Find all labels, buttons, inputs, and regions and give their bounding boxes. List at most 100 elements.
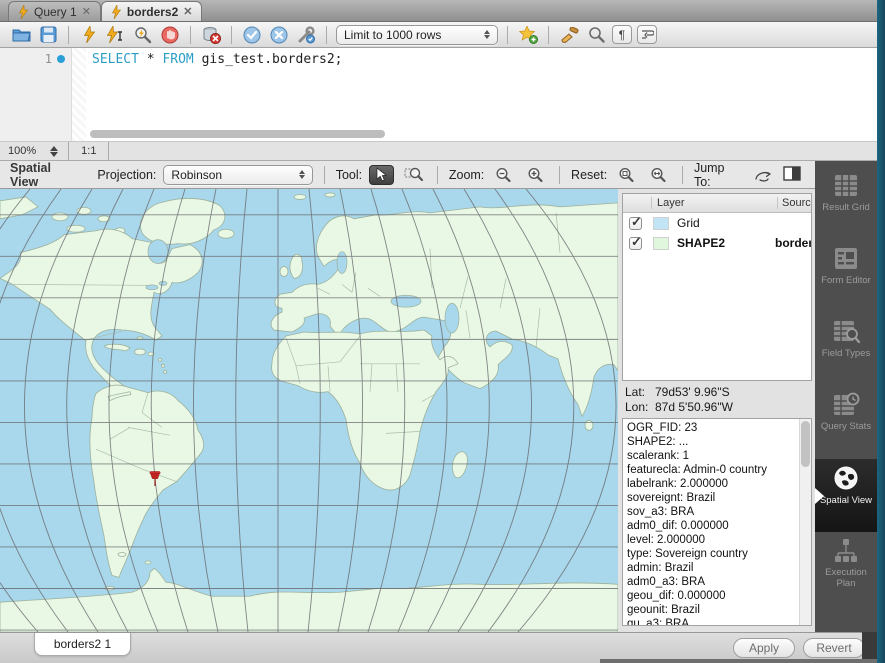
sidebar-item-result-grid[interactable]: Result Grid [815,167,877,240]
sidebar-item-query-stats[interactable]: Query Stats [815,386,877,459]
line-number: 1 [45,52,52,66]
jump-to-button[interactable] [751,165,776,185]
explain-query-button[interactable] [132,24,154,46]
limit-rows-dropdown[interactable]: Limit to 1000 rows [336,25,498,45]
execute-query-button[interactable] [78,24,100,46]
layer-color-swatch [653,237,669,250]
separator [324,166,325,184]
query-bolt-icon [111,5,122,19]
reset-zoom-button[interactable] [614,165,639,185]
sidebar-item-field-types[interactable]: Field Types [815,313,877,386]
layer-row-shape2[interactable]: SHAPE2 borders2 [623,233,811,253]
lon-label: Lon: [625,400,655,415]
layer-list-header: Layer Source [623,194,811,213]
commit-button[interactable] [241,24,263,46]
tab-close-icon[interactable]: ✕ [183,7,192,17]
sql-text[interactable]: SELECT * FROM gis_test.borders2; [86,48,342,141]
reset-label: Reset: [571,168,607,182]
stop-query-button[interactable] [159,24,181,46]
toggle-word-wrap-button[interactable] [637,25,657,44]
fold-margin [72,48,86,141]
save-snippet-button[interactable] [517,24,539,46]
sql-toolbar: Limit to 1000 rows ¶ [0,22,877,48]
feature-attributes-panel[interactable]: OGR_FID: 23 SHAPE2: ... scalerank: 1 fea… [622,418,812,626]
zoom-out-button[interactable] [491,165,516,185]
toggle-invisible-chars-button[interactable]: ¶ [612,25,632,44]
zoom-status-row: 100% 1:1 [0,141,877,161]
jump-arrow-icon [754,168,774,182]
pointer-tool-button[interactable] [369,165,394,185]
projection-value: Robinson [171,168,222,182]
tab-query-1[interactable]: Query 1 ✕ [8,1,101,21]
projection-dropdown[interactable]: Robinson [163,165,312,185]
toggle-stop-on-error-button[interactable] [200,24,222,46]
spatial-view-icon [831,465,861,492]
separator [68,142,69,160]
tab-close-icon[interactable]: ✕ [82,7,91,17]
sql-plain: * [139,52,162,67]
execute-current-statement-button[interactable] [105,24,127,46]
active-item-arrow-icon [815,488,824,504]
layer-name: SHAPE2 [677,236,775,250]
layer-row-grid[interactable]: Grid [623,213,811,233]
apply-button[interactable]: Apply [733,638,795,658]
sql-editor[interactable]: 1 SELECT * FROM gis_test.borders2; [0,48,877,141]
tab-borders2[interactable]: borders2 ✕ [101,1,203,21]
result-set-tab[interactable]: borders2 1 [34,633,131,656]
window-bottom-edge [600,659,877,663]
sidebar-item-execution-plan[interactable]: Execution Plan [815,532,877,605]
result-view-sidebar: Result Grid Form Editor Field Types Quer… [815,161,877,632]
field-types-icon [831,319,861,345]
lat-label: Lat: [625,385,655,400]
editor-hscrollbar-thumb[interactable] [90,130,385,138]
attributes-scrollbar-thumb[interactable] [801,421,810,467]
zoom-label: Zoom: [449,168,484,182]
lon-value: 87d 5'50.96"W [655,400,733,414]
zoom-in-button[interactable] [523,165,548,185]
zoom-stepper[interactable] [44,146,64,157]
sql-keyword: SELECT [92,52,139,67]
query-stats-icon [831,392,861,418]
wrap-icon [641,29,654,40]
toggle-autocommit-button[interactable] [295,24,317,46]
rollback-button[interactable] [268,24,290,46]
layer-name: Grid [677,216,775,230]
layer-visible-checkbox[interactable] [629,217,642,230]
layer-source: borders2 [775,236,811,250]
zoom-area-tool-button[interactable] [401,165,426,185]
tool-label: Tool: [336,168,362,182]
toolbar-separator [548,26,549,44]
sidebar-item-form-editor[interactable]: Form Editor [815,240,877,313]
fit-view-button[interactable] [646,165,671,185]
lat-value: 79d53' 9.96"S [655,385,730,399]
find-button[interactable] [585,24,607,46]
toolbar-separator [507,26,508,44]
beautify-sql-button[interactable] [558,24,580,46]
toolbar-separator [231,26,232,44]
sql-keyword: FROM [162,52,193,67]
statement-marker-icon [57,55,65,63]
reset-zoom-icon [618,167,635,183]
attributes-scrollbar[interactable] [799,419,811,625]
spatial-map-view[interactable] [0,189,618,632]
revert-button[interactable]: Revert [803,638,865,658]
layer-column-header: Layer [651,197,777,209]
dropdown-arrows-icon [291,170,305,179]
tab-label: borders2 [127,5,178,19]
spatial-view-title: Spatial View [10,161,82,189]
scale-ratio-button[interactable]: 1:1 [73,145,104,157]
spatial-side-panel: Layer Source Grid SHAPE2 borders2 Lat:79… [618,189,815,632]
open-file-button[interactable] [10,24,32,46]
separator [108,142,109,160]
sidebar-item-spatial-view[interactable]: Spatial View [815,459,877,532]
separator [682,166,683,184]
side-panel-toggle-button[interactable] [783,166,801,184]
query-bolt-icon [18,5,29,19]
layer-visible-checkbox[interactable] [629,237,642,250]
jump-to-label: Jump To: [694,161,744,189]
editor-gutter: 1 [0,48,72,141]
zoom-out-icon [495,167,512,183]
editor-tab-bar: Query 1 ✕ borders2 ✕ [0,0,877,22]
separator [437,166,438,184]
save-button[interactable] [37,24,59,46]
